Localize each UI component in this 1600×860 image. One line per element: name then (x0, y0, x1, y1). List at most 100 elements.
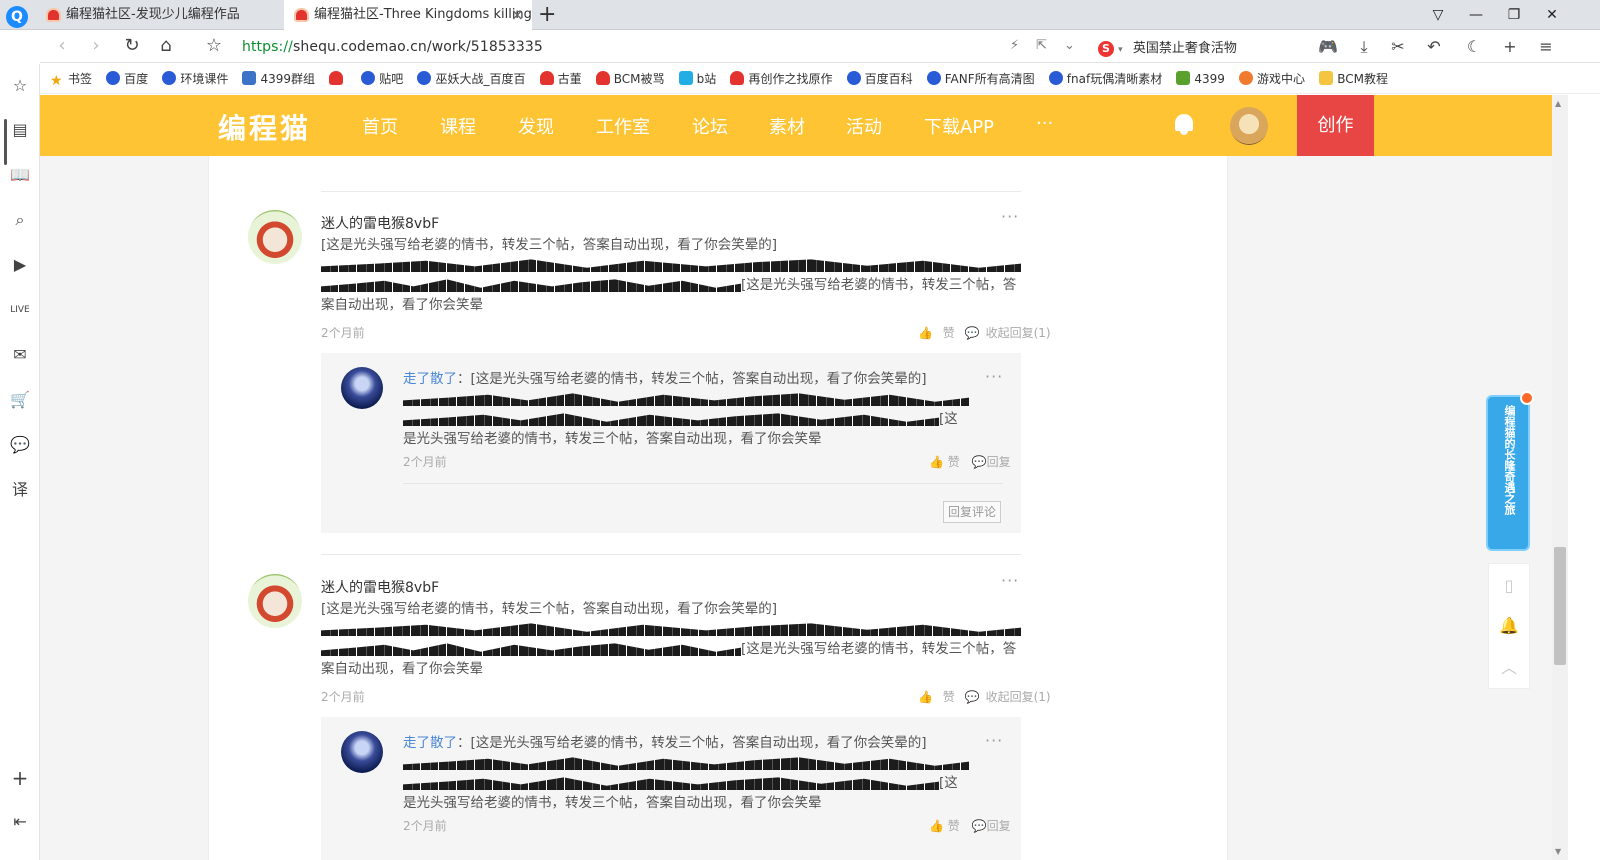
reply-username[interactable]: 走了散了 (403, 371, 457, 387)
translate-icon[interactable]: 译 (8, 478, 32, 502)
minimize-icon[interactable]: — (1458, 0, 1494, 30)
bookmark-item[interactable]: BCM被骂 (595, 64, 665, 93)
nav-activity[interactable]: 活动 (846, 113, 882, 139)
chat-icon[interactable]: 💬 (8, 433, 32, 457)
bookmark-item[interactable]: fnaf玩偶清晰素材 (1048, 64, 1162, 93)
reply-username[interactable]: 走了散了 (403, 735, 457, 751)
bookmark-item[interactable]: b站 (678, 64, 716, 93)
bookmark-item[interactable]: 再创作之找原作 (730, 64, 832, 93)
refresh-icon[interactable]: ↻ (120, 35, 144, 56)
video-icon[interactable]: ▶ (8, 253, 32, 277)
search-box[interactable]: S ▾ 英国禁止奢食活物 ⌕ (1098, 37, 1336, 59)
bookmark-item[interactable] (329, 64, 347, 93)
replier-avatar[interactable] (341, 731, 383, 773)
more-options-icon[interactable]: ··· (1001, 571, 1019, 590)
book-icon[interactable]: 📖 (8, 163, 32, 187)
more-options-icon[interactable]: ··· (985, 367, 1003, 386)
nav-more[interactable]: ··· (1036, 113, 1053, 134)
like-button[interactable]: 👍 赞 (929, 819, 960, 833)
news-icon[interactable]: ▤ (8, 118, 32, 142)
bookmark-item[interactable]: ★ 书签 (50, 64, 92, 93)
cart-icon[interactable]: 🛒 (8, 388, 32, 412)
more-options-icon[interactable]: ··· (985, 731, 1003, 750)
scroll-thumb[interactable] (1554, 547, 1566, 665)
nav-download-app[interactable]: 下载APP (924, 113, 994, 139)
search-dropdown-icon[interactable]: ▾ (1118, 45, 1123, 55)
add-icon[interactable]: + (8, 766, 32, 790)
bell-icon[interactable] (1173, 112, 1195, 136)
night-mode-icon[interactable]: ☾ (1462, 37, 1486, 56)
collapse-sidebar-icon[interactable]: ⇤ (8, 810, 32, 834)
bookmark-label: 百度 (124, 72, 149, 86)
browser-logo-icon[interactable]: Q (6, 6, 28, 28)
mobile-icon[interactable]: ▯ (1489, 576, 1529, 595)
bookmark-item[interactable]: 4399 (1176, 64, 1225, 93)
comment-username[interactable]: 迷人的雷电猴8vbF (321, 213, 439, 233)
bookmark-item[interactable]: 巫妖大战_百度百 (417, 64, 525, 93)
tab-three-kingdoms[interactable]: 编程猫社区-Three Kingdoms killing × (284, 0, 532, 30)
bookmark-item[interactable]: 贴吧 (361, 64, 403, 93)
scroll-down-icon[interactable]: ▼ (1555, 847, 1561, 856)
user-avatar[interactable] (1230, 107, 1268, 145)
bookmark-item[interactable]: FANF所有高清图 (926, 64, 1035, 93)
create-button[interactable]: 创作 (1297, 95, 1374, 156)
bookmark-item[interactable]: 4399群组 (242, 64, 315, 93)
site-logo[interactable]: 编程猫 (218, 107, 311, 147)
chevron-down-icon[interactable]: ⌄ (1064, 38, 1075, 53)
back-to-top-icon[interactable]: ︿ (1489, 654, 1529, 678)
bookmark-item[interactable]: BCM教程 (1319, 64, 1388, 93)
bookmark-item[interactable]: 百度百科 (846, 64, 913, 93)
url-field[interactable]: https://shequ.codemao.cn/work/51853335 (242, 39, 543, 55)
reply-button[interactable]: 💬回复 (972, 819, 1011, 833)
close-window-icon[interactable]: ✕ (1534, 0, 1570, 30)
nav-course[interactable]: 课程 (440, 113, 476, 139)
scissors-icon[interactable]: ✂ (1386, 37, 1410, 56)
plus-icon[interactable]: + (1498, 37, 1522, 56)
star-icon[interactable]: ☆ (202, 35, 226, 56)
page-scrollbar[interactable]: ▲ ▼ (1552, 95, 1568, 860)
comments-panel: 迷人的雷电猴8vbF ··· [这是光头强写给老婆的情书，转发三个帖，答案自动出… (208, 156, 1228, 860)
nav-forum[interactable]: 论坛 (692, 113, 728, 139)
gamepad-icon[interactable]: 🎮 (1316, 37, 1340, 56)
new-tab-icon[interactable]: + (538, 2, 556, 28)
reply-button[interactable]: 💬回复 (972, 455, 1011, 469)
comment-username[interactable]: 迷人的雷电猴8vbF (321, 577, 439, 597)
promo-banner[interactable]: 编程猫的长隆奇遇之旅 (1486, 391, 1534, 551)
lightning-icon[interactable]: ⚡ (1010, 38, 1019, 53)
nav-material[interactable]: 素材 (769, 113, 805, 139)
reply-comment-button[interactable]: 回复评论 (943, 501, 1001, 523)
restore-icon[interactable]: ❐ (1496, 0, 1532, 30)
more-options-icon[interactable]: ··· (1001, 207, 1019, 226)
live-icon[interactable]: LIVE (8, 298, 32, 322)
nav-home[interactable]: 首页 (362, 113, 398, 139)
nav-studio[interactable]: 工作室 (596, 113, 650, 139)
tab-discover[interactable]: 编程猫社区-发现少儿编程作品 (36, 0, 284, 30)
shirt-icon[interactable]: ▽ (1420, 0, 1456, 30)
collapse-replies-button[interactable]: 💬 收起回复(1) (965, 690, 1051, 704)
bell-outline-icon[interactable]: 🔔 (1489, 616, 1529, 635)
tab-close-icon[interactable]: × (511, 0, 524, 30)
like-button[interactable]: 👍 赞 (929, 455, 960, 469)
bookmark-item[interactable]: 古董 (539, 64, 582, 93)
back-icon[interactable]: ‹ (50, 35, 74, 56)
commenter-avatar[interactable] (248, 574, 302, 628)
undo-icon[interactable]: ↶ (1422, 37, 1446, 56)
star-outline-icon[interactable]: ☆ (8, 74, 32, 98)
mailbox-icon[interactable]: ✉ (8, 343, 32, 367)
download-icon[interactable]: ⤓ (1352, 37, 1376, 57)
scroll-up-icon[interactable]: ▲ (1555, 99, 1561, 108)
bookmark-item[interactable]: 游戏中心 (1239, 64, 1305, 93)
menu-icon[interactable]: ≡ (1534, 37, 1558, 56)
bookmark-item[interactable]: 百度 (106, 64, 149, 93)
home-icon[interactable]: ⌂ (154, 35, 178, 56)
commenter-avatar[interactable] (248, 210, 302, 264)
search-icon[interactable]: ⌕ (8, 208, 32, 232)
forward-icon[interactable]: › (84, 35, 108, 56)
bookmark-item[interactable]: 环境课件 (162, 64, 228, 93)
nav-discover[interactable]: 发现 (518, 113, 554, 139)
share-icon[interactable]: ⇱ (1036, 38, 1047, 53)
like-button[interactable]: 👍 赞 (918, 690, 955, 704)
replier-avatar[interactable] (341, 367, 383, 409)
collapse-replies-button[interactable]: 💬 收起回复(1) (965, 326, 1051, 340)
like-button[interactable]: 👍 赞 (918, 326, 955, 340)
